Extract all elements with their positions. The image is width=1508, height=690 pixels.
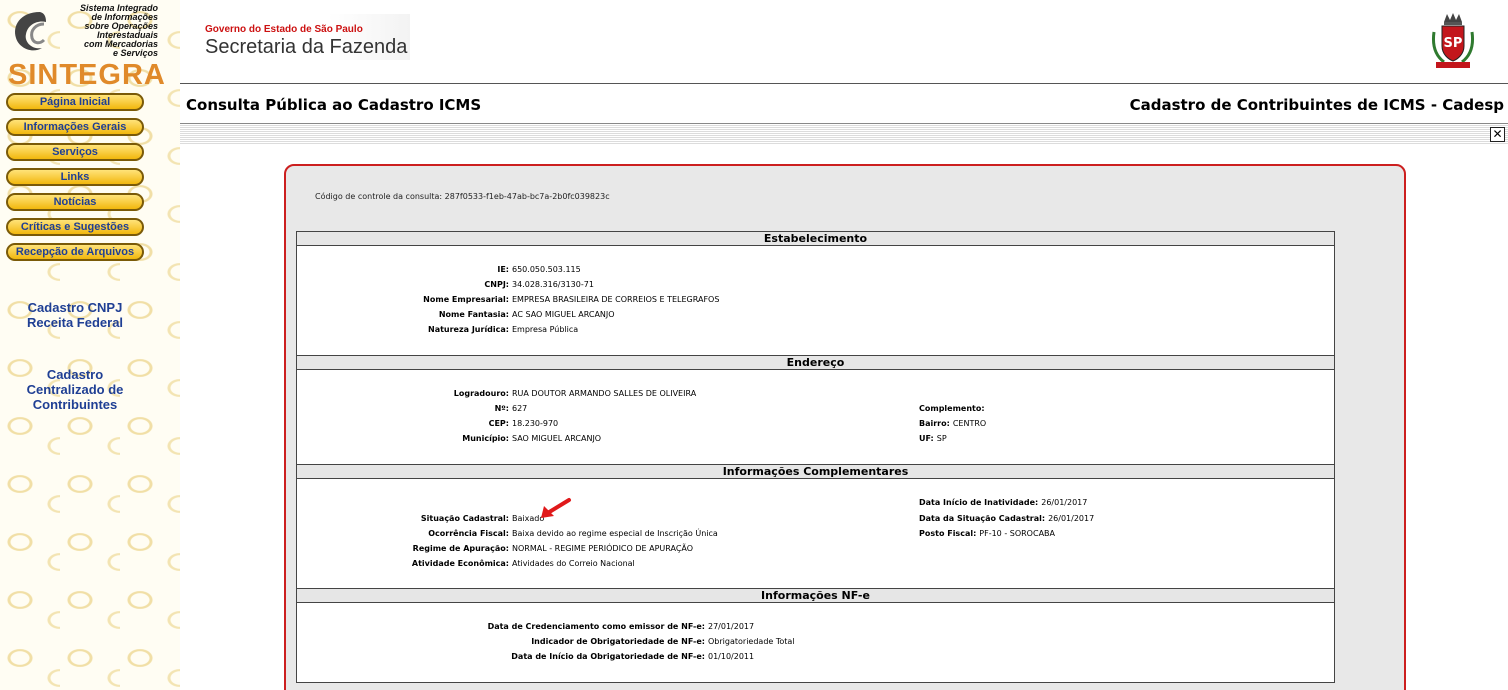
field-value: 18.230-970 [512,419,559,428]
sintegra-swirl-icon [15,12,46,51]
link-ccc-line2: Centralizado de [26,382,124,397]
page-title: Consulta Pública ao Cadastro ICMS [186,96,482,114]
field-label: Município: [462,434,509,443]
link-ccc-line3: Contribuintes [32,397,118,412]
link-cadastro-cnpj-line2: Receita Federal [26,315,124,330]
field-label: Data Início de Inatividade: [919,498,1039,507]
field-value: 26/01/2017 [1041,498,1088,507]
field-value: CENTRO [952,419,987,428]
field-value: 650.050.503.115 [512,265,581,274]
gov-line: Governo do Estado de São Paulo [205,24,363,35]
field-label: Ocorrência Fiscal: [428,529,509,538]
nav-criticas-sugestoes[interactable]: Críticas e Sugestões [6,218,144,236]
field-label: IE: [497,265,509,274]
link-cadastro-cnpj-line1: Cadastro CNPJ [27,300,123,315]
page-subtitle: Cadastro de Contribuintes de ICMS - Cade… [1129,96,1504,114]
field-value: AC SAO MIGUEL ARCANJO [512,310,615,319]
nav-pagina-inicial[interactable]: Página Inicial [6,93,144,111]
section-header-nfe: Informações NF-e [296,588,1335,603]
field-label: UF: [919,434,934,443]
annotation-arrow-icon [541,498,571,518]
consulta-panel: Código de controle da consulta: 287f0533… [284,164,1406,690]
logo-wordmark: SINTEGRA [8,59,166,91]
sintegra-logo[interactable]: Sistema Integrado de Informações sobre O… [4,2,165,91]
field-label: Complemento: [919,404,985,413]
section-complementares: Situação Cadastral: Baixado Ocorrência Fi… [296,479,1335,589]
section-endereco: Logradouro: RUA DOUTOR ARMANDO SALLES DE … [296,370,1335,465]
link-cadastro-centralizado[interactable]: Cadastro Centralizado de Contribuintes [0,367,150,412]
field-label: Atividade Econômica: [411,559,509,568]
field-value: SAO MIGUEL ARCANJO [512,434,602,443]
field-value: Baixa devido ao regime especial de Inscr… [512,529,718,538]
field-label: Regime de Apuração: [412,544,509,553]
field-label: Nome Fantasia: [438,310,509,319]
title-bar-stripe [180,123,1508,145]
seal-text: SP [1444,36,1463,51]
field-label: Data de Início da Obrigatoriedade de NF-… [511,652,705,661]
field-label: CNPJ: [484,280,509,289]
field-label: Nome Empresarial: [423,295,509,304]
nav-servicos[interactable]: Serviços [6,143,144,161]
logo-tagline: Sistema Integrado de Informações sobre O… [79,3,158,58]
field-label: Natureza Jurídica: [428,325,509,334]
field-value: 01/10/2011 [708,652,755,661]
gov-name: Secretaria da Fazenda [205,36,408,58]
gov-banner[interactable]: Governo do Estado de São Paulo Secretari… [205,14,410,60]
field-label: Nº: [494,404,509,413]
field-label: Data da Situação Cadastral: [919,514,1046,523]
control-code: Código de controle da consulta: 287f0533… [315,192,610,201]
sidebar: Sistema Integrado de Informações sobre O… [0,0,180,690]
field-label: Situação Cadastral: [420,514,509,523]
sp-coat-of-arms-icon: SP [1432,13,1474,68]
field-value: 27/01/2017 [708,622,755,631]
field-value: 26/01/2017 [1048,514,1095,523]
field-label: Bairro: [919,419,950,428]
field-value: Empresa Pública [512,325,579,334]
section-header-estabelecimento: Estabelecimento [296,231,1335,246]
section-nfe: Data de Credenciamento como emissor de N… [296,603,1335,683]
section-header-complementares: Informações Complementares [296,464,1335,479]
nav-links[interactable]: Links [6,168,144,186]
field-value: PF-10 - SOROCABA [979,529,1055,538]
field-label: Logradouro: [453,389,509,398]
nav-recepcao-arquivos[interactable]: Recepção de Arquivos [6,243,144,261]
close-button[interactable]: ✕ [1490,127,1505,142]
field-value: 34.028.316/3130-71 [512,280,594,289]
field-value: RUA DOUTOR ARMANDO SALLES DE OLIVEIRA [512,389,697,398]
field-label: Data de Credenciamento como emissor de N… [487,622,705,631]
field-value: NORMAL - REGIME PERIÓDICO DE APURAÇÃO [512,544,694,553]
field-value: EMPRESA BRASILEIRA DE CORREIOS E TELEGRA… [512,295,720,304]
field-label: Indicador de Obrigatoriedade de NF-e: [531,637,705,646]
field-value: 627 [512,404,528,413]
link-ccc-line1: Cadastro [46,367,104,382]
section-header-endereco: Endereço [296,355,1335,370]
nav-noticias[interactable]: Notícias [6,193,144,211]
nav-informacoes-gerais[interactable]: Informações Gerais [6,118,144,136]
field-label: Posto Fiscal: [919,529,977,538]
field-value: SP [936,434,947,443]
field-label: CEP: [488,419,509,428]
section-estabelecimento: IE: 650.050.503.115 CNPJ: 34.028.316/3130-… [296,246,1335,356]
field-value: Obrigatoriedade Total [708,637,795,646]
header-divider [180,83,1508,84]
field-value: Atividades do Correio Nacional [512,559,635,568]
link-cadastro-cnpj[interactable]: Cadastro CNPJ Receita Federal [0,300,150,330]
